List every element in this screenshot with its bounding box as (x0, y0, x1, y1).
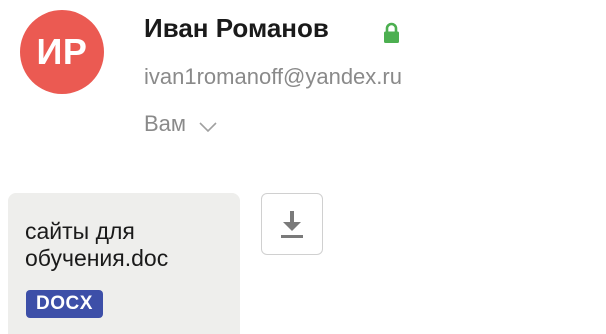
attachment-filename: сайты для обучения.doc (25, 218, 169, 271)
recipient-toggle[interactable]: Вам (144, 110, 218, 138)
email-message-view: ИР Иван Романов ivan1romanoff@yandex.ru … (0, 0, 606, 334)
attachment-card[interactable]: сайты для обучения.doc DOCX (8, 193, 240, 334)
sender-name[interactable]: Иван Романов (144, 12, 329, 44)
chevron-down-icon (199, 122, 217, 133)
download-button[interactable] (261, 193, 323, 255)
lock-icon (384, 22, 399, 43)
download-icon (281, 211, 303, 238)
avatar-initials: ИР (36, 31, 88, 72)
recipient-label: Вам (144, 111, 187, 136)
avatar[interactable]: ИР (20, 10, 104, 94)
file-type-badge: DOCX (26, 290, 103, 318)
sender-email[interactable]: ivan1romanoff@yandex.ru (144, 62, 402, 92)
